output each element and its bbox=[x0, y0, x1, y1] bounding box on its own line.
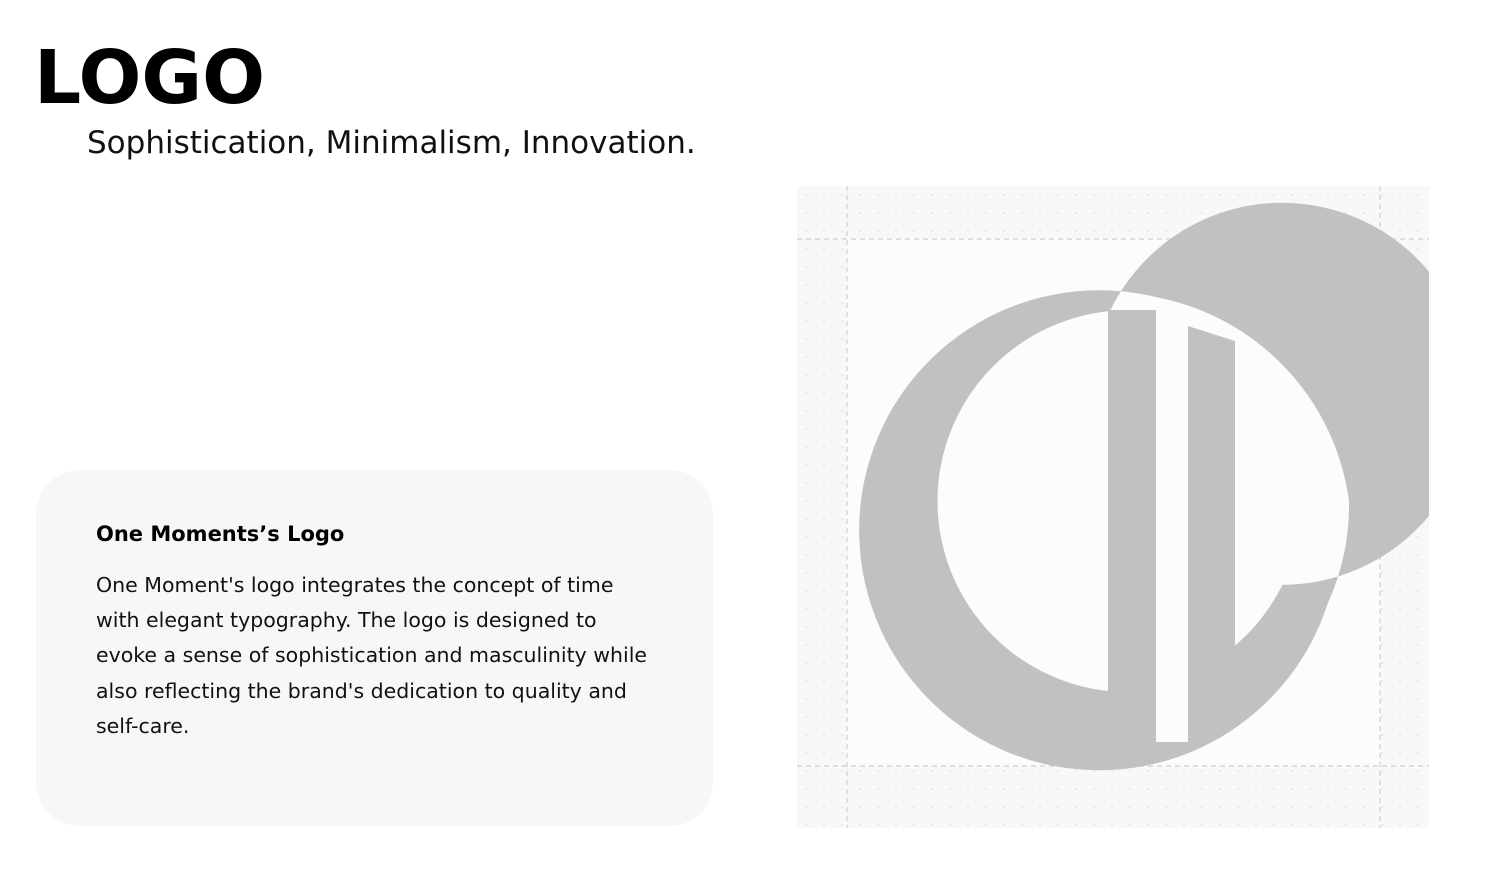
page-subtitle: Sophistication, Minimalism, Innovation. bbox=[87, 125, 696, 161]
logo-grid-canvas bbox=[797, 186, 1429, 828]
card-body-text: One Moment's logo integrates the concept… bbox=[96, 573, 648, 738]
card-heading: One Moments’s Logo bbox=[96, 522, 345, 546]
page: LOGO Sophistication, Minimalism, Innovat… bbox=[0, 0, 1500, 889]
logo-right-stem bbox=[1188, 326, 1235, 727]
logo-construction-panel bbox=[797, 186, 1429, 828]
logo-description-card: One Moments’s Logo One Moment's logo int… bbox=[36, 470, 713, 826]
logo-left-stem bbox=[1108, 310, 1156, 742]
page-title: LOGO bbox=[34, 35, 266, 121]
logo-stem-gap bbox=[1156, 310, 1188, 742]
